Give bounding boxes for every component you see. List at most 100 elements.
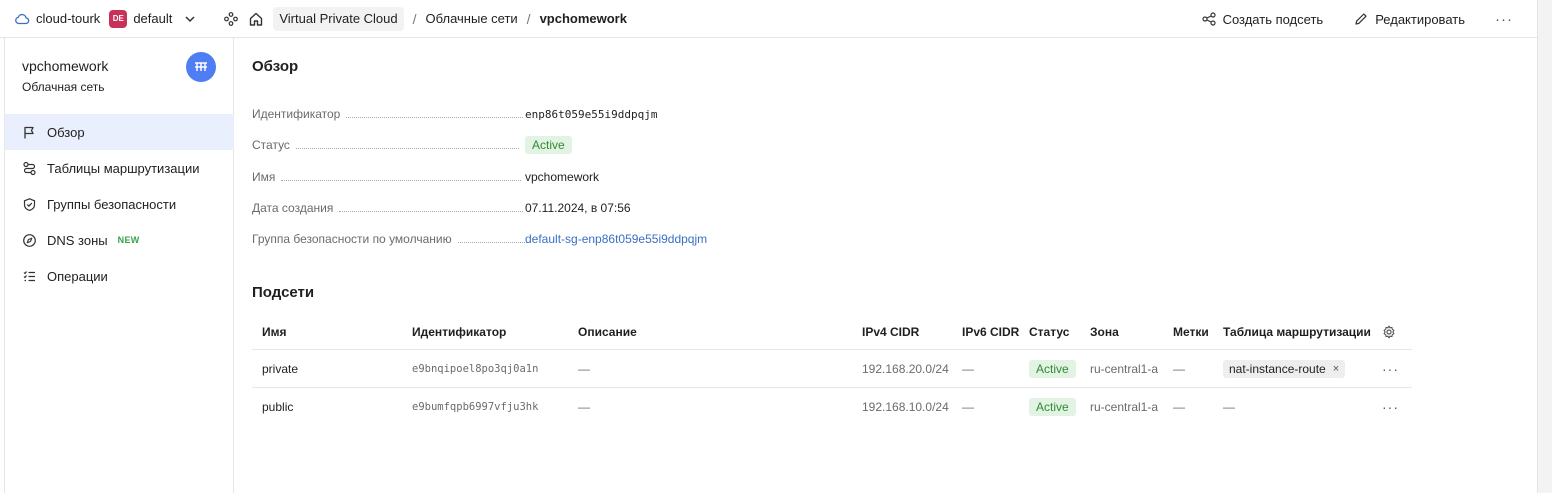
route-icon: [23, 161, 36, 175]
sidebar-nav: Обзор Таблицы маршрутизации Группы безоп…: [5, 114, 234, 294]
breadcrumb-separator: /: [526, 10, 531, 27]
sidebar-item-security-groups[interactable]: Группы безопасности: [5, 186, 234, 222]
prop-row-id: Идентификатор enp86t059e55i9ddpqjm: [252, 104, 952, 124]
main-content: Обзор Идентификатор enp86t059e55i9ddpqjm…: [252, 38, 1522, 493]
subnet-icon: [1201, 12, 1216, 26]
subnet-id: e9bnqipoel8po3qj0a1n: [412, 362, 539, 375]
edit-label: Редактировать: [1375, 11, 1465, 27]
prop-row-security-group: Группа безопасности по умолчанию default…: [252, 229, 952, 249]
sidebar-item-label: Таблицы маршрутизации: [47, 160, 200, 176]
prop-row-created: Дата создания 07.11.2024, в 07:56: [252, 198, 952, 218]
edit-button[interactable]: Редактировать: [1354, 12, 1465, 27]
column-header: Описание: [578, 324, 637, 339]
resource-title: vpchomework: [22, 58, 109, 74]
subnet-name[interactable]: public: [262, 388, 293, 426]
table-header: Имя Идентификатор Описание IPv4 CIDR IPv…: [252, 314, 1412, 350]
route-table-chip[interactable]: nat-instance-route ×: [1223, 359, 1346, 378]
sidebar-item-label: Операции: [47, 268, 108, 284]
prop-label: Группа безопасности по умолчанию: [252, 232, 452, 246]
column-header: Статус: [1029, 324, 1070, 339]
new-badge: NEW: [117, 235, 140, 245]
prop-row-name: Имя vpchomework: [252, 167, 952, 187]
sidebar-item-label: Группы безопасности: [47, 196, 177, 212]
create-subnet-label: Создать подсеть: [1222, 11, 1324, 27]
sidebar-item-operations[interactable]: Операции: [5, 258, 234, 294]
subnet-description: —: [578, 400, 590, 414]
subnets-table: Имя Идентификатор Описание IPv4 CIDR IPv…: [252, 314, 1412, 426]
folder-name[interactable]: default: [133, 11, 172, 26]
cloud-name[interactable]: cloud-tourk: [36, 11, 100, 26]
column-header: Зона: [1090, 324, 1119, 339]
subnet-labels: —: [1173, 361, 1185, 376]
prop-leader: [346, 116, 524, 118]
prop-label: Статус: [252, 138, 290, 152]
prop-leader: [457, 241, 525, 243]
prop-label: Дата создания: [252, 201, 334, 215]
breadcrumb-separator: /: [412, 10, 417, 27]
subnet-ipv6: —: [962, 361, 974, 376]
more-actions-icon[interactable]: ···: [1495, 11, 1513, 28]
breadcrumb-vpc[interactable]: Virtual Private Cloud: [273, 6, 404, 31]
top-bar: cloud-tourk DE default Virtual Private C…: [0, 0, 1537, 38]
sidebar-item-overview[interactable]: Обзор: [5, 114, 234, 150]
subnet-description: —: [578, 361, 590, 376]
subnet-ipv4: 192.168.20.0/24: [862, 361, 949, 376]
row-actions-icon[interactable]: ···: [1382, 388, 1399, 426]
subnet-labels: —: [1173, 400, 1185, 414]
column-header: Метки: [1173, 324, 1209, 339]
flag-icon: [24, 126, 34, 138]
prop-leader: [339, 210, 524, 212]
table-row[interactable]: private e9bnqipoel8po3qj0a1n — 192.168.2…: [252, 350, 1412, 388]
scrollbar[interactable]: [1537, 0, 1552, 493]
breadcrumb-networks[interactable]: Облачные сети: [426, 11, 518, 26]
sidebar-item-dns-zones[interactable]: DNS зоны NEW: [5, 222, 234, 258]
subnet-status-cell: Active: [1029, 350, 1076, 387]
subnet-zone: ru-central1-a: [1090, 400, 1159, 414]
pencil-icon: [1355, 13, 1367, 25]
chevron-down-icon[interactable]: [184, 13, 196, 25]
subnet-name[interactable]: private: [262, 350, 298, 387]
sidebar-item-label: Обзор: [47, 124, 85, 140]
prop-leader: [281, 179, 522, 181]
shield-icon: [23, 197, 36, 211]
resource-subtitle: Облачная сеть: [22, 80, 105, 94]
subnet-route: —: [1223, 400, 1235, 414]
prop-leader: [295, 147, 519, 149]
route-table-name: nat-instance-route: [1229, 361, 1326, 376]
column-header: Имя: [262, 324, 287, 339]
cloud-icon: [15, 13, 30, 24]
column-header: IPv6 CIDR: [962, 324, 1020, 339]
sidebar-item-route-tables[interactable]: Таблицы маршрутизации: [5, 150, 234, 186]
compass-icon: [23, 233, 36, 247]
column-header: Таблица маршрутизации: [1223, 324, 1371, 339]
prop-value-created: 07.11.2024, в 07:56: [525, 201, 631, 215]
sidebar: vpchomework Облачная сеть Обзор Таблицы …: [4, 38, 234, 493]
prop-row-status: Статус Active: [252, 135, 952, 155]
table-row[interactable]: public e9bumfqpb6997vfju3hk — 192.168.10…: [252, 388, 1412, 426]
column-header: Идентификатор: [412, 324, 507, 339]
security-group-link[interactable]: default-sg-enp86t059e55i9ddpqjm: [525, 232, 707, 246]
prop-label: Имя: [252, 170, 276, 184]
home-icon[interactable]: [248, 11, 264, 27]
folder-badge: DE: [109, 9, 128, 28]
cloud-selector[interactable]: cloud-tourk DE default: [14, 0, 196, 38]
network-service-icon: [186, 52, 216, 82]
breadcrumb-current: vpchomework: [539, 11, 627, 26]
status-badge: Active: [1029, 359, 1076, 378]
list-icon: [23, 270, 35, 281]
prop-label: Идентификатор: [252, 107, 341, 121]
subnet-route-cell: nat-instance-route ×: [1223, 350, 1346, 387]
overview-heading: Обзор: [252, 58, 299, 75]
column-header: IPv4 CIDR: [862, 324, 920, 339]
row-actions-icon[interactable]: ···: [1382, 350, 1399, 387]
status-badge: Active: [525, 136, 572, 154]
create-subnet-button[interactable]: Создать подсеть: [1201, 11, 1324, 27]
sidebar-item-label: DNS зоны: [47, 232, 108, 248]
remove-route-icon[interactable]: ×: [1333, 363, 1339, 375]
column-settings-icon[interactable]: [1382, 314, 1396, 349]
subnet-ipv4: 192.168.10.0/24: [862, 400, 949, 414]
subnet-status-cell: Active: [1029, 388, 1076, 426]
subnet-ipv6: —: [962, 400, 974, 414]
subnets-heading: Подсети: [252, 284, 315, 301]
services-icon[interactable]: [224, 11, 239, 26]
